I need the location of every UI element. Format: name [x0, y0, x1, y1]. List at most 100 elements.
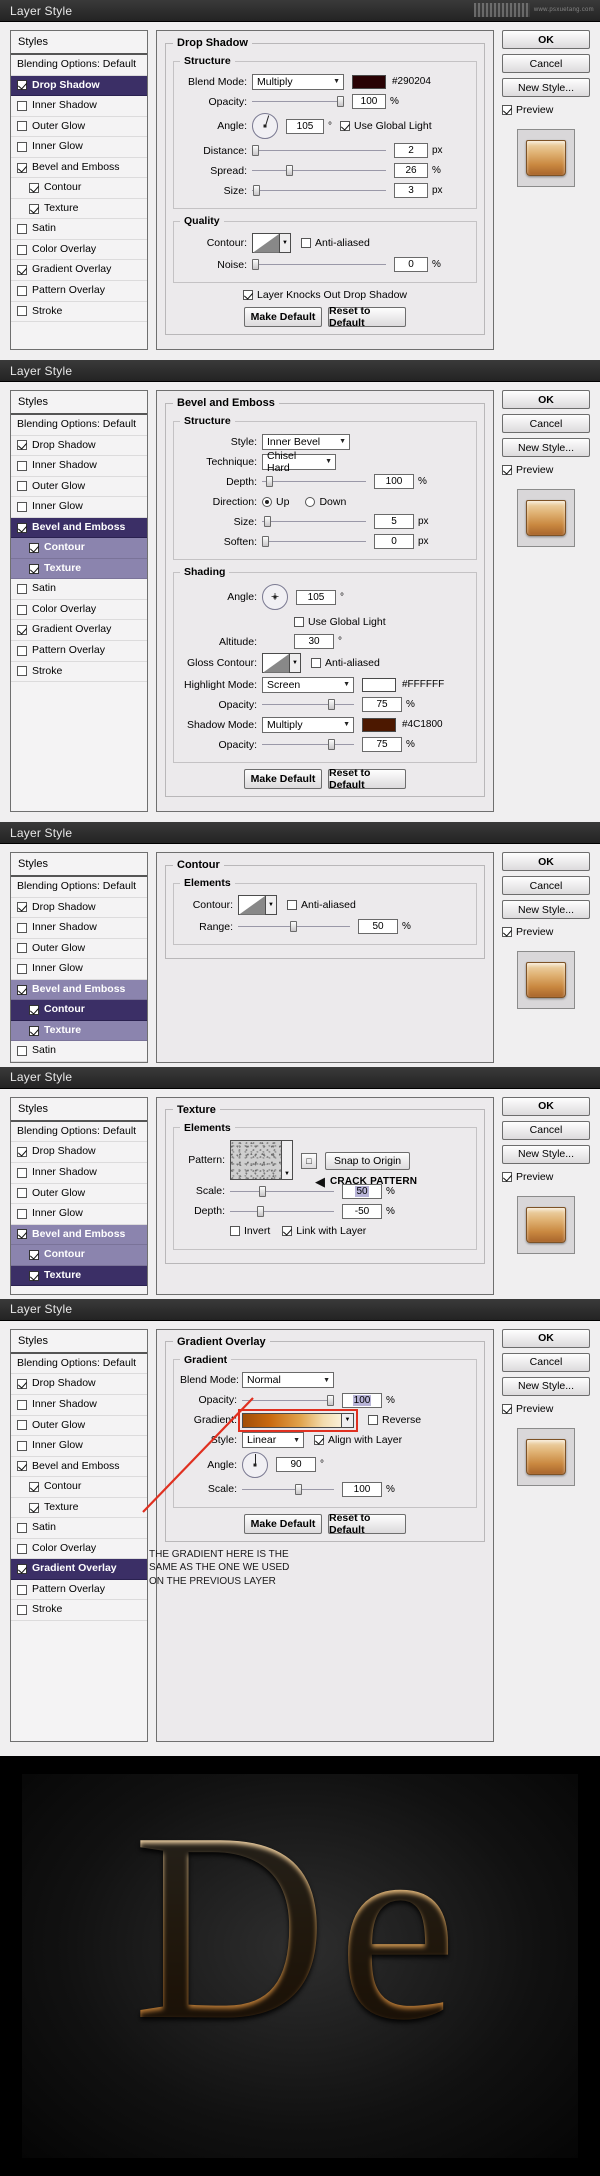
slider-knob[interactable]: [259, 1185, 267, 1197]
checkbox-reverse[interactable]: [368, 1415, 378, 1426]
sidebar-item-inner-glow[interactable]: Inner Glow: [11, 1204, 147, 1225]
size-slider[interactable]: [252, 184, 386, 198]
sidebar-item-contour[interactable]: Contour: [11, 1477, 147, 1498]
checkbox-stroke[interactable]: [17, 666, 27, 677]
use-global-light-checkbox[interactable]: Use Global Light: [294, 616, 386, 628]
size-input[interactable]: 5: [374, 514, 414, 529]
layer-knocks-out-checkbox[interactable]: Layer Knocks Out Drop Shadow: [243, 289, 407, 301]
sidebar-item-drop-shadow[interactable]: Drop Shadow: [11, 898, 147, 919]
slider-knob[interactable]: [285, 165, 293, 176]
sidebar-item-stroke[interactable]: Stroke: [11, 302, 147, 323]
checkbox-layer-knocks-out[interactable]: [243, 290, 253, 300]
size-slider[interactable]: [262, 515, 366, 529]
sidebar-item-bevel-and-emboss[interactable]: Bevel and Emboss: [11, 158, 147, 179]
slider-knob[interactable]: [266, 476, 274, 487]
checkbox-inner-glow[interactable]: [17, 141, 27, 152]
checkbox-align-with-layer[interactable]: [314, 1435, 324, 1446]
checkbox-contour[interactable]: [29, 1249, 39, 1260]
snap-to-origin-button[interactable]: Snap to Origin: [325, 1151, 411, 1170]
sidebar-item-texture[interactable]: Texture: [11, 1498, 147, 1519]
range-input[interactable]: 50: [358, 919, 398, 934]
slider-knob[interactable]: [337, 96, 344, 107]
new-style-button[interactable]: New Style...: [502, 438, 590, 457]
checkbox-contour[interactable]: [29, 1481, 39, 1492]
checkbox-satin[interactable]: [17, 224, 27, 235]
size-input[interactable]: 3: [394, 183, 428, 198]
checkbox-stroke[interactable]: [17, 306, 27, 317]
contour-picker[interactable]: ▼: [252, 233, 291, 253]
checkbox-drop-shadow[interactable]: [17, 902, 27, 913]
checkbox-inner-shadow[interactable]: [17, 1399, 27, 1410]
sidebar-item-inner-glow[interactable]: Inner Glow: [11, 1436, 147, 1457]
sidebar-item-drop-shadow[interactable]: Drop Shadow: [11, 1374, 147, 1396]
checkbox-texture[interactable]: [29, 1025, 39, 1036]
sidebar-item-satin[interactable]: Satin: [11, 1041, 147, 1062]
make-default-button[interactable]: Make Default: [244, 769, 322, 789]
checkbox-preview[interactable]: [502, 927, 512, 937]
pattern-picker[interactable]: ▼: [230, 1139, 293, 1180]
noise-input[interactable]: 0: [394, 257, 428, 272]
sidebar-item-color-overlay[interactable]: Color Overlay: [11, 240, 147, 261]
sidebar-item-contour[interactable]: Contour: [11, 1245, 147, 1266]
slider-knob[interactable]: [295, 1483, 303, 1495]
checkbox-pattern-overlay[interactable]: [17, 285, 27, 296]
checkbox-pattern-overlay[interactable]: [17, 1584, 27, 1595]
sidebar-item-outer-glow[interactable]: Outer Glow: [11, 117, 147, 138]
checkbox-color-overlay[interactable]: [17, 604, 27, 615]
scale-slider[interactable]: [242, 1482, 334, 1496]
noise-slider[interactable]: [252, 258, 386, 272]
checkbox-inner-shadow[interactable]: [17, 100, 27, 111]
slider-knob[interactable]: [252, 259, 259, 270]
checkbox-inner-glow[interactable]: [17, 1208, 27, 1219]
anti-aliased-checkbox[interactable]: Anti-aliased: [287, 899, 356, 911]
align-with-layer-checkbox[interactable]: Align with Layer: [314, 1434, 402, 1446]
checkbox-anti-aliased[interactable]: [301, 238, 311, 248]
sidebar-item-bevel-and-emboss[interactable]: Bevel and Emboss: [11, 1457, 147, 1478]
checkbox-satin[interactable]: [17, 1046, 27, 1057]
bevel-style-select[interactable]: Inner Bevel ▼: [262, 433, 350, 450]
checkbox-gradient-overlay[interactable]: [17, 265, 27, 276]
reset-to-default-button[interactable]: Reset to Default: [328, 305, 406, 329]
checkbox-contour[interactable]: [29, 543, 39, 554]
sidebar-item-bevel-and-emboss[interactable]: Bevel and Emboss: [11, 1224, 147, 1246]
chevron-down-icon[interactable]: ▼: [266, 895, 277, 915]
highlight-opacity-input[interactable]: 75: [362, 697, 402, 712]
blend-mode-select[interactable]: Multiply ▼: [252, 73, 344, 90]
cancel-button[interactable]: Cancel: [502, 1352, 590, 1372]
checkbox-inner-shadow[interactable]: [17, 460, 27, 471]
checkbox-bevel-and-emboss[interactable]: [17, 984, 27, 995]
sidebar-item-outer-glow[interactable]: Outer Glow: [11, 939, 147, 960]
cancel-button[interactable]: Cancel: [502, 414, 590, 433]
checkbox-texture[interactable]: [29, 1270, 39, 1281]
checkbox-invert[interactable]: [230, 1226, 240, 1237]
make-default-button[interactable]: Make Default: [244, 1513, 322, 1534]
gloss-contour-picker[interactable]: ▼: [262, 653, 301, 673]
direction-down-radio[interactable]: Down: [305, 496, 346, 508]
link-with-layer-checkbox[interactable]: Link with Layer: [282, 1225, 366, 1237]
new-style-button[interactable]: New Style...: [502, 78, 590, 97]
sidebar-item-inner-glow[interactable]: Inner Glow: [11, 137, 147, 158]
sidebar-item-drop-shadow[interactable]: Drop Shadow: [11, 1142, 147, 1164]
depth-slider[interactable]: [230, 1204, 334, 1218]
sidebar-item-stroke[interactable]: Stroke: [11, 1600, 147, 1622]
sidebar-item-inner-shadow[interactable]: Inner Shadow: [11, 1163, 147, 1184]
spread-input[interactable]: 26: [394, 163, 428, 178]
sidebar-item-color-overlay[interactable]: Color Overlay: [11, 1539, 147, 1560]
soften-slider[interactable]: [262, 535, 366, 549]
checkbox-inner-shadow[interactable]: [17, 922, 27, 933]
sidebar-item-outer-glow[interactable]: Outer Glow: [11, 477, 147, 498]
scale-input[interactable]: 50: [342, 1183, 382, 1199]
angle-input[interactable]: 105: [286, 118, 324, 134]
checkbox-bevel-and-emboss[interactable]: [17, 1461, 27, 1472]
sidebar-item-pattern-overlay[interactable]: Pattern Overlay: [11, 641, 147, 662]
checkbox-outer-glow[interactable]: [17, 121, 27, 132]
scale-slider[interactable]: [230, 1184, 334, 1198]
direction-up-radio[interactable]: Up: [262, 496, 289, 508]
sidebar-item-gradient-overlay[interactable]: Gradient Overlay: [11, 1559, 147, 1580]
checkbox-preview[interactable]: [502, 1403, 512, 1414]
reset-to-default-button[interactable]: Reset to Default: [328, 767, 406, 791]
sidebar-item-satin[interactable]: Satin: [11, 219, 147, 240]
anti-aliased-checkbox[interactable]: Anti-aliased: [301, 237, 370, 249]
checkbox-bevel-and-emboss[interactable]: [17, 522, 27, 533]
checkbox-gradient-overlay[interactable]: [17, 1564, 27, 1575]
